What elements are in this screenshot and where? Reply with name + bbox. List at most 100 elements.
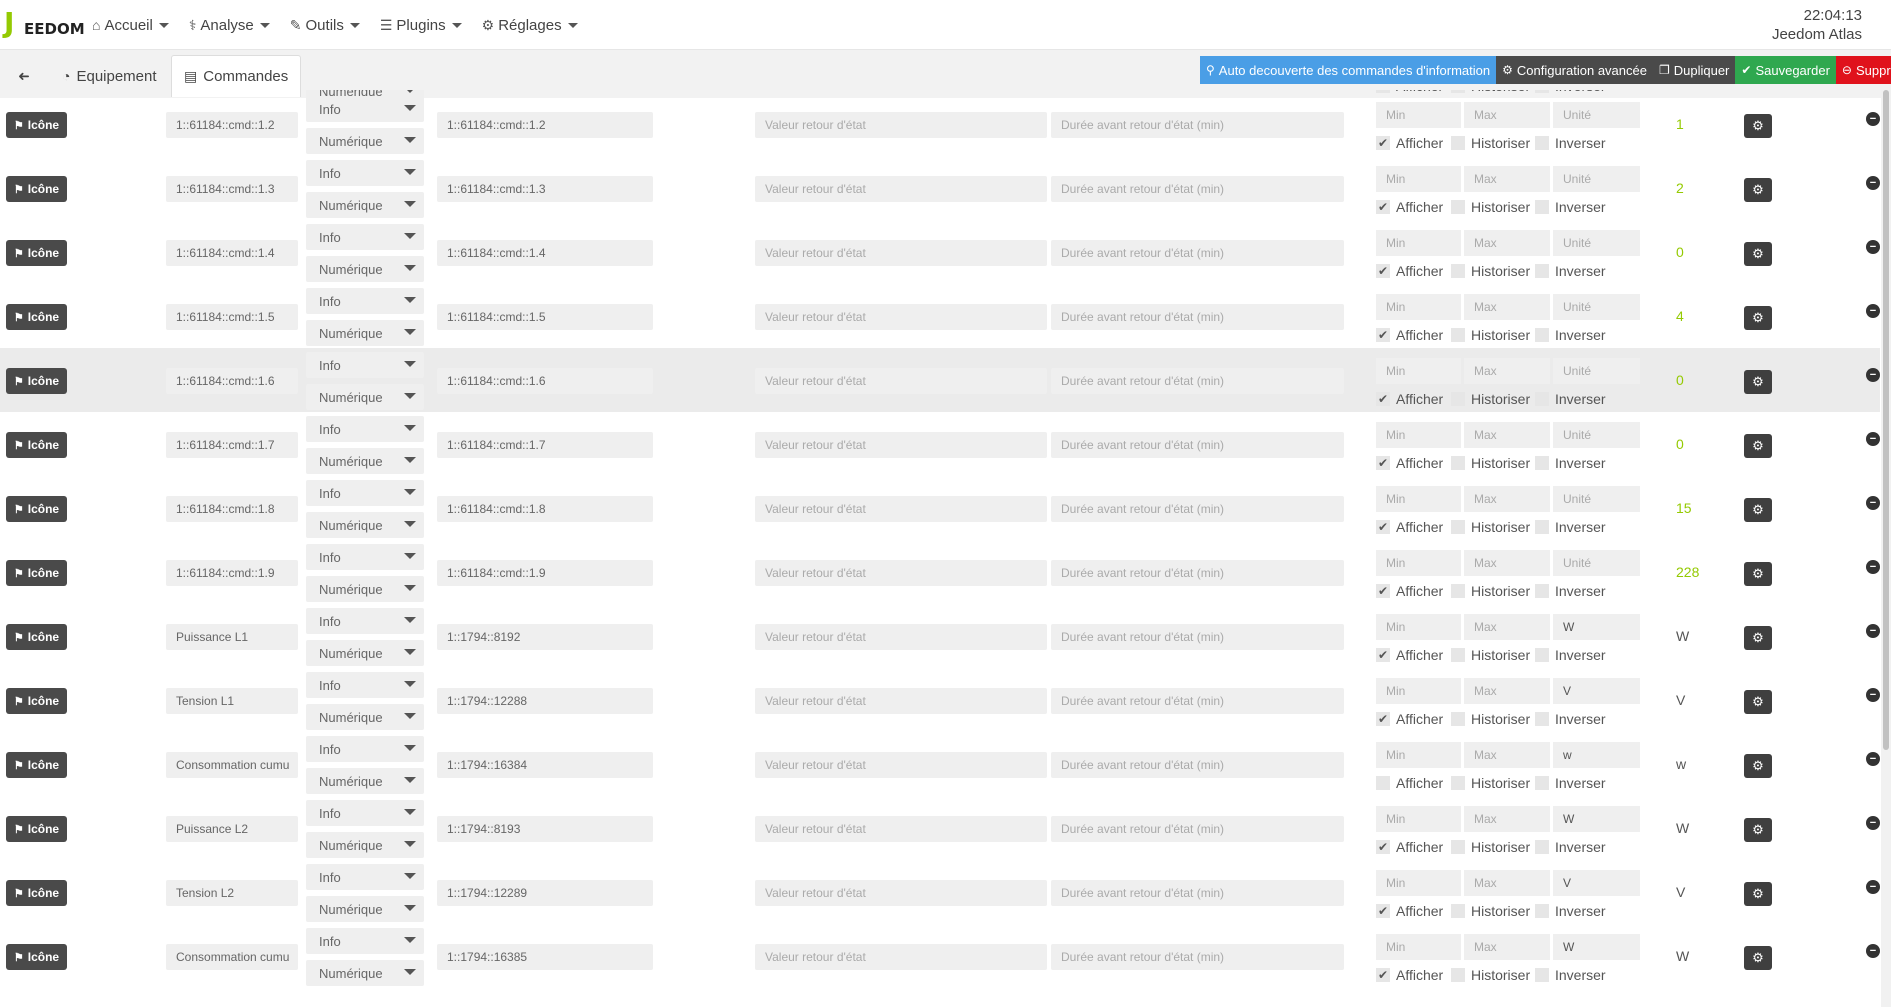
checkbox-historiser[interactable]: Historiser (1451, 263, 1530, 279)
checkbox-box[interactable]: ✔ (1376, 648, 1390, 662)
remove-command-button[interactable]: − (1866, 624, 1880, 638)
return-state-duration-input[interactable]: Durée avant retour d'état (min) (1051, 112, 1344, 138)
min-input[interactable]: Min (1376, 486, 1461, 512)
return-state-duration-input[interactable]: Durée avant retour d'état (min) (1051, 944, 1344, 970)
subtype-select[interactable]: Numérique (306, 896, 424, 922)
min-input[interactable]: Min (1376, 358, 1461, 384)
menu-reglages[interactable]: ⚙ Réglages (482, 17, 578, 34)
type-select[interactable]: Info (306, 352, 424, 378)
scrollbar[interactable] (1881, 90, 1891, 1007)
remove-command-button[interactable]: − (1866, 816, 1880, 830)
advanced-config-button[interactable]: ⚙ (1744, 690, 1772, 714)
max-input[interactable]: Max (1464, 230, 1550, 256)
remove-command-button[interactable]: − (1866, 432, 1880, 446)
return-state-value-input[interactable]: Valeur retour d'état (755, 880, 1047, 906)
scrollbar-thumb[interactable] (1883, 90, 1889, 750)
min-input[interactable]: Min (1376, 422, 1461, 448)
checkbox-box[interactable] (1451, 712, 1465, 726)
icon-picker-button[interactable]: ⚑ Icône (6, 176, 67, 202)
save-button[interactable]: ✔ Sauvegarder (1735, 56, 1836, 84)
min-input[interactable]: Min (1376, 870, 1461, 896)
min-input[interactable]: Min (1376, 166, 1461, 192)
max-input[interactable]: Max (1464, 486, 1550, 512)
checkbox-box[interactable] (1451, 584, 1465, 598)
subtype-select[interactable]: Numérique (306, 320, 424, 346)
logical-id-input[interactable]: 1::61184::cmd::1.3 (437, 176, 653, 202)
subtype-select[interactable]: Numérique (306, 576, 424, 602)
checkbox-box[interactable]: ✔ (1376, 200, 1390, 214)
duplicate-button[interactable]: ❐ Dupliquer (1652, 56, 1736, 84)
checkbox-box[interactable] (1535, 456, 1549, 470)
return-state-duration-input[interactable]: Durée avant retour d'état (min) (1051, 752, 1344, 778)
subtype-select[interactable]: Numérique (306, 128, 424, 154)
checkbox-box[interactable] (1535, 520, 1549, 534)
return-state-duration-input[interactable]: Durée avant retour d'état (min) (1051, 176, 1344, 202)
return-state-value-input[interactable]: Valeur retour d'état (755, 752, 1047, 778)
command-name-input[interactable]: 1::61184::cmd::1.3 (166, 176, 298, 202)
command-name-input[interactable]: Consommation cumu (166, 752, 298, 778)
type-select[interactable]: Info (306, 480, 424, 506)
checkbox-box[interactable] (1535, 328, 1549, 342)
checkbox-box[interactable] (1535, 584, 1549, 598)
checkbox-box[interactable] (1535, 840, 1549, 854)
return-state-value-input[interactable]: Valeur retour d'état (755, 176, 1047, 202)
checkbox-box[interactable] (1535, 968, 1549, 982)
min-input[interactable]: Min (1376, 614, 1461, 640)
command-name-input[interactable]: Tension L1 (166, 688, 298, 714)
checkbox-historiser[interactable]: Historiser (1451, 839, 1530, 855)
unit-input[interactable]: Unité (1553, 422, 1640, 448)
return-state-value-input[interactable]: Valeur retour d'état (755, 944, 1047, 970)
return-state-value-input[interactable]: Valeur retour d'état (755, 432, 1047, 458)
remove-command-button[interactable]: − (1866, 304, 1880, 318)
subtype-select[interactable]: Numérique (306, 640, 424, 666)
checkbox-box[interactable] (1451, 392, 1465, 406)
min-input[interactable]: Min (1376, 102, 1461, 128)
checkbox-afficher[interactable]: ✔ Afficher (1376, 583, 1443, 599)
type-select[interactable]: Info (306, 736, 424, 762)
subtype-select[interactable]: Numérique (306, 384, 424, 410)
checkbox-inverser[interactable]: Inverser (1535, 263, 1606, 279)
advanced-config-button[interactable]: ⚙ Configuration avancée (1496, 56, 1653, 84)
checkbox-afficher[interactable]: ✔ Afficher (1376, 967, 1443, 983)
checkbox-box[interactable] (1451, 776, 1465, 790)
logical-id-input[interactable]: 1::61184::cmd::1.5 (437, 304, 653, 330)
icon-picker-button[interactable]: ⚑ Icône (6, 368, 67, 394)
remove-command-button[interactable]: − (1866, 240, 1880, 254)
return-state-duration-input[interactable]: Durée avant retour d'état (min) (1051, 560, 1344, 586)
max-input[interactable]: Max (1464, 934, 1550, 960)
checkbox-box[interactable]: ✔ (1376, 328, 1390, 342)
min-input[interactable]: Min (1376, 742, 1461, 768)
min-input[interactable]: Min (1376, 550, 1461, 576)
max-input[interactable]: Max (1464, 870, 1550, 896)
unit-input[interactable]: V (1553, 678, 1640, 704)
menu-accueil[interactable]: ⌂ Accueil (92, 17, 169, 34)
subtype-select[interactable]: Numérique (306, 256, 424, 282)
type-select[interactable]: Info (306, 160, 424, 186)
max-input[interactable]: Max (1464, 614, 1550, 640)
remove-command-button[interactable]: − (1866, 368, 1880, 382)
logical-id-input[interactable]: 1::1794::16384 (437, 752, 653, 778)
type-select[interactable]: Info (306, 608, 424, 634)
advanced-config-button[interactable]: ⚙ (1744, 178, 1772, 202)
checkbox-box[interactable] (1535, 648, 1549, 662)
type-select[interactable]: Info (306, 224, 424, 250)
checkbox-box[interactable]: ✔ (1376, 456, 1390, 470)
checkbox-box[interactable] (1535, 392, 1549, 406)
logical-id-input[interactable]: 1::1794::16385 (437, 944, 653, 970)
checkbox-afficher[interactable]: ✔ Afficher (1376, 903, 1443, 919)
checkbox-inverser[interactable]: Inverser (1535, 903, 1606, 919)
checkbox-historiser[interactable]: Historiser (1451, 327, 1530, 343)
subtype-select[interactable]: Numérique (306, 960, 424, 986)
return-state-value-input[interactable]: Valeur retour d'état (755, 688, 1047, 714)
remove-command-button[interactable]: − (1866, 880, 1880, 894)
checkbox-box[interactable]: ✔ (1376, 904, 1390, 918)
max-input[interactable]: Max (1464, 358, 1550, 384)
unit-input[interactable]: Unité (1553, 358, 1640, 384)
icon-picker-button[interactable]: ⚑ Icône (6, 624, 67, 650)
type-select[interactable]: Info (306, 928, 424, 954)
return-state-duration-input[interactable]: Durée avant retour d'état (min) (1051, 432, 1344, 458)
remove-command-button[interactable]: − (1866, 752, 1880, 766)
subtype-select[interactable]: Numérique (306, 448, 424, 474)
command-name-input[interactable]: 1::61184::cmd::1.6 (166, 368, 298, 394)
advanced-config-button[interactable]: ⚙ (1744, 818, 1772, 842)
